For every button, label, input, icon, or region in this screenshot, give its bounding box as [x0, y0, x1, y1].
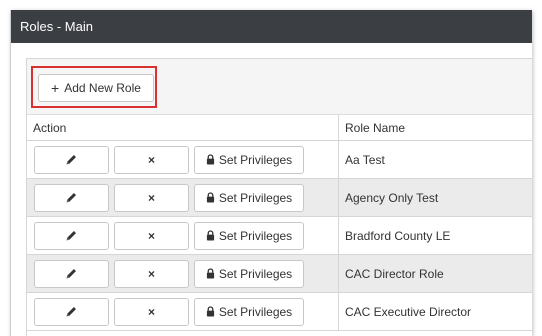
table-row: × Set Privileges Bradford County LE [27, 216, 532, 255]
lock-icon [206, 192, 214, 203]
action-cell: × Set Privileges [27, 178, 339, 217]
role-name-cell: Aa Test [338, 140, 532, 179]
roles-window: Roles - Main + Add New Role Action Role … [10, 10, 532, 336]
set-privileges-button[interactable]: Set Privileges [194, 221, 304, 250]
edit-button[interactable] [34, 183, 109, 212]
close-icon: × [147, 228, 155, 243]
close-icon: × [147, 190, 155, 205]
window-title: Roles - Main [11, 10, 532, 43]
delete-button[interactable]: × [114, 183, 189, 212]
lock-icon [206, 268, 214, 279]
action-cell: × Set Privileges [27, 254, 339, 293]
set-privileges-button[interactable]: Set Privileges [194, 183, 304, 212]
pencil-icon [66, 269, 76, 279]
pencil-icon [66, 193, 76, 203]
column-header-action: Action [27, 115, 339, 141]
role-name-cell: CAC Executive Director [338, 292, 532, 331]
lock-icon [206, 154, 214, 165]
role-name-cell: Agency Only Test [338, 178, 532, 217]
column-header-role-name: Role Name [338, 115, 532, 141]
row-actions: × Set Privileges [27, 297, 338, 326]
set-privileges-label: Set Privileges [218, 228, 293, 243]
close-icon: × [147, 304, 155, 319]
set-privileges-label: Set Privileges [218, 190, 293, 205]
role-name-cell: Bradford County LE [338, 216, 532, 255]
set-privileges-button[interactable]: Set Privileges [194, 297, 304, 326]
row-actions: × Set Privileges [27, 221, 338, 250]
delete-button[interactable]: × [114, 221, 189, 250]
pencil-icon [66, 155, 76, 165]
action-cell: × Set Privileges [27, 140, 339, 179]
action-cell: × Set Privileges [27, 216, 339, 255]
lock-icon [206, 230, 214, 241]
table-row: × Set Privileges Aa Test [27, 140, 532, 179]
set-privileges-label: Set Privileges [218, 304, 293, 319]
roles-table: Action Role Name × Set Privileges Aa Tes… [27, 115, 532, 331]
row-actions: × Set Privileges [27, 259, 338, 288]
edit-button[interactable] [34, 145, 109, 174]
set-privileges-button[interactable]: Set Privileges [194, 145, 304, 174]
edit-button[interactable] [34, 297, 109, 326]
action-cell: × Set Privileges [27, 292, 339, 331]
close-icon: × [147, 266, 155, 281]
table-row: × Set Privileges CAC Director Role [27, 254, 532, 293]
delete-button[interactable]: × [114, 259, 189, 288]
table-row: × Set Privileges Agency Only Test [27, 178, 532, 217]
toolbar: + Add New Role [27, 59, 532, 115]
pencil-icon [66, 307, 76, 317]
add-new-role-label: Add New Role [64, 81, 141, 95]
set-privileges-button[interactable]: Set Privileges [194, 259, 304, 288]
add-new-role-button[interactable]: + Add New Role [38, 74, 154, 102]
set-privileges-label: Set Privileges [218, 152, 293, 167]
plus-icon: + [51, 80, 60, 96]
row-actions: × Set Privileges [27, 183, 338, 212]
role-name-cell: CAC Director Role [338, 254, 532, 293]
pencil-icon [66, 231, 76, 241]
roles-panel: + Add New Role Action Role Name × Set Pr… [26, 58, 532, 336]
table-row: × Set Privileges CAC Executive Director [27, 292, 532, 331]
row-actions: × Set Privileges [27, 145, 338, 174]
delete-button[interactable]: × [114, 297, 189, 326]
set-privileges-label: Set Privileges [218, 266, 293, 281]
delete-button[interactable]: × [114, 145, 189, 174]
close-icon: × [147, 152, 155, 167]
table-header-row: Action Role Name [27, 115, 532, 141]
edit-button[interactable] [34, 221, 109, 250]
lock-icon [206, 306, 214, 317]
edit-button[interactable] [34, 259, 109, 288]
